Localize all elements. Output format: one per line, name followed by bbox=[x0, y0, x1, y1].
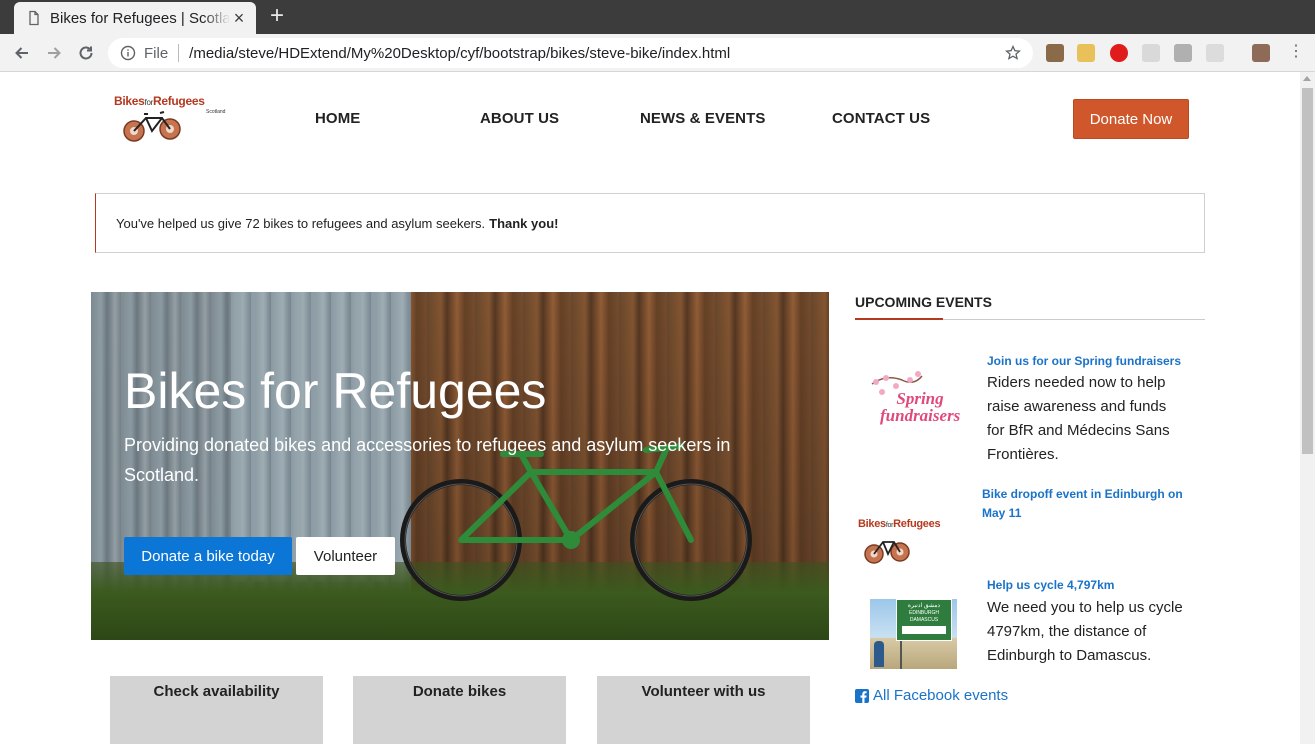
alert-thanks: Thank you! bbox=[489, 215, 559, 231]
upcoming-events-heading: UPCOMING EVENTS bbox=[855, 294, 992, 310]
donate-now-button[interactable]: Donate Now bbox=[1073, 99, 1189, 139]
address-bar[interactable]: File /media/steve/HDExtend/My%20Desktop/… bbox=[108, 38, 1033, 68]
site-logo[interactable]: BikesforRefugees Scotland bbox=[114, 94, 234, 146]
road-sign-arrows bbox=[902, 626, 946, 634]
tab-title: Bikes for Refugees | Scotland bbox=[50, 9, 230, 27]
extension-opera-icon[interactable] bbox=[1110, 44, 1128, 62]
bike-dropoff-thumbnail[interactable]: BikesforRefugees bbox=[858, 518, 946, 572]
sign-post bbox=[900, 641, 902, 669]
bookmark-star-icon[interactable] bbox=[1005, 45, 1021, 61]
back-icon[interactable] bbox=[10, 41, 34, 65]
close-tab-icon[interactable]: × bbox=[230, 9, 248, 27]
thumbnail-text: Spring fundraisers bbox=[880, 389, 961, 425]
cyclist-figure bbox=[874, 641, 884, 667]
scroll-up-icon[interactable] bbox=[1303, 76, 1311, 81]
nav-about-us[interactable]: ABOUT US bbox=[480, 110, 559, 127]
card-donate-bikes[interactable]: Donate bikes bbox=[353, 676, 566, 744]
facebook-icon bbox=[855, 688, 869, 703]
info-icon[interactable] bbox=[120, 45, 136, 61]
menu-kebab-icon[interactable]: ⋮ bbox=[1288, 44, 1304, 62]
extension-refresh-icon[interactable] bbox=[1142, 44, 1160, 62]
url-divider bbox=[178, 44, 180, 62]
extension-grid-icon[interactable] bbox=[1206, 44, 1224, 62]
url-text[interactable]: /media/steve/HDExtend/My%20Desktop/cyf/b… bbox=[189, 45, 730, 62]
volunteer-button[interactable]: Volunteer bbox=[296, 537, 395, 575]
road-sign-top-text: دمشق ادنبرة bbox=[907, 603, 941, 609]
facebook-events-link[interactable]: All Facebook events bbox=[855, 687, 1008, 704]
thumbnail-logo-text: BikesforRefugees bbox=[858, 518, 941, 530]
page-scrollbar[interactable] bbox=[1300, 72, 1315, 744]
donate-bike-button[interactable]: Donate a bike today bbox=[124, 537, 292, 575]
hero-title: Bikes for Refugees bbox=[124, 363, 547, 419]
road-sign: دمشق ادنبرة EDINBURGH DAMASCUS bbox=[896, 599, 952, 641]
bike-logo-icon bbox=[123, 111, 181, 142]
forward-icon[interactable] bbox=[42, 41, 66, 65]
heading-rule-accent bbox=[855, 318, 943, 320]
browser-tab[interactable]: Bikes for Refugees | Scotland × bbox=[14, 2, 256, 34]
event-desc-cycle: We need you to help us cycle 4797km, the… bbox=[987, 599, 1183, 664]
extension-hammer-icon[interactable] bbox=[1046, 44, 1064, 62]
facebook-link-text: All Facebook events bbox=[873, 687, 1009, 704]
document-icon bbox=[29, 10, 39, 26]
spring-fundraisers-thumbnail[interactable]: Spring fundraisers bbox=[866, 370, 960, 440]
nav-contact-us[interactable]: CONTACT US bbox=[832, 110, 930, 127]
nav-home[interactable]: HOME bbox=[315, 110, 360, 127]
event-title-spring[interactable]: Join us for our Spring fundraisers bbox=[987, 354, 1181, 368]
profile-avatar[interactable] bbox=[1252, 44, 1270, 62]
nav-news-events[interactable]: NEWS & EVENTS bbox=[640, 110, 765, 127]
impact-alert: You've helped us give 72 bikes to refuge… bbox=[95, 193, 1205, 253]
event-title-dropoff[interactable]: Bike dropoff event in Edinburgh on May 1… bbox=[982, 485, 1207, 523]
event-desc-spring: Riders needed now to help raise awarenes… bbox=[987, 374, 1170, 463]
extension-brush-icon[interactable] bbox=[1077, 44, 1095, 62]
new-tab-icon[interactable]: + bbox=[265, 4, 289, 29]
url-scheme: File bbox=[144, 44, 169, 62]
hero-jumbotron: Bikes for Refugees Providing donated bik… bbox=[91, 292, 829, 640]
alert-text: You've helped us give 72 bikes to refuge… bbox=[116, 215, 486, 231]
reload-icon[interactable] bbox=[74, 41, 98, 65]
event-title-cycle[interactable]: Help us cycle 4,797km bbox=[987, 578, 1114, 592]
extension-reader-icon[interactable] bbox=[1174, 44, 1192, 62]
card-check-availability[interactable]: Check availability bbox=[110, 676, 323, 744]
browser-tab-bar: Bikes for Refugees | Scotland × + bbox=[0, 0, 1315, 34]
road-sign-bottom-text: EDINBURGH DAMASCUS bbox=[908, 610, 939, 623]
card-volunteer[interactable]: Volunteer with us bbox=[597, 676, 810, 744]
hero-subtitle: Providing donated bikes and accessories … bbox=[124, 435, 731, 485]
page-viewport: BikesforRefugees Scotland HOME ABOUT US … bbox=[0, 72, 1300, 744]
scrollbar-thumb[interactable] bbox=[1302, 88, 1313, 454]
edinburgh-damascus-thumbnail[interactable]: دمشق ادنبرة EDINBURGH DAMASCUS bbox=[870, 599, 957, 669]
logo-subtitle: Scotland bbox=[206, 109, 226, 115]
